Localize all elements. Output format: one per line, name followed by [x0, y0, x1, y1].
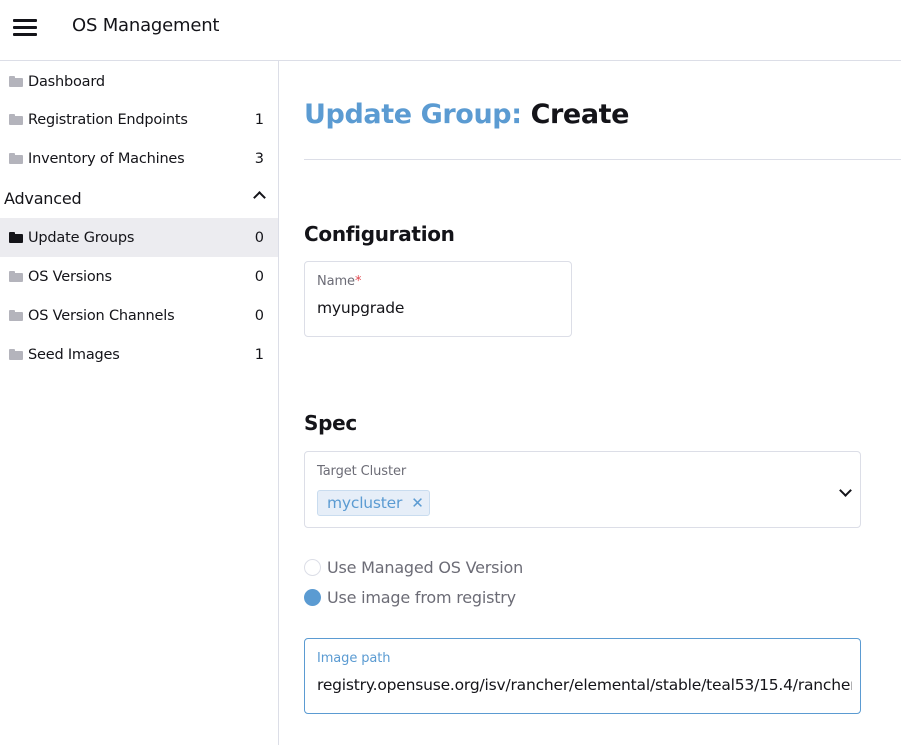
sidebar-item-count: 0: [254, 229, 264, 246]
radio-label: Use image from registry: [327, 588, 516, 607]
sidebar-item-seed-images[interactable]: Seed Images 1: [0, 335, 278, 374]
radio-button[interactable]: [304, 559, 321, 576]
sidebar-group-advanced[interactable]: Advanced: [0, 181, 278, 216]
sidebar-item-label: Dashboard: [28, 73, 105, 90]
cluster-tag-label: mycluster: [327, 494, 403, 512]
sidebar-item-count: 1: [254, 111, 264, 128]
chevron-up-icon[interactable]: [253, 191, 266, 204]
sidebar-item-label: Registration Endpoints: [28, 111, 188, 128]
spec-section-title: Spec: [304, 411, 357, 435]
chevron-down-icon[interactable]: [839, 484, 852, 497]
sidebar-item-count: 0: [254, 268, 264, 285]
sidebar-item-label: OS Version Channels: [28, 307, 175, 324]
folder-icon: [9, 349, 23, 360]
folder-icon: [9, 153, 23, 164]
hamburger-line: [13, 19, 37, 22]
sidebar-item-update-groups[interactable]: Update Groups 0: [0, 218, 278, 257]
sidebar-item-registration-endpoints[interactable]: Registration Endpoints 1: [0, 100, 278, 139]
sidebar-item-count: 1: [254, 346, 264, 363]
sidebar-item-inventory-of-machines[interactable]: Inventory of Machines 3: [0, 139, 278, 178]
sidebar-item-dashboard[interactable]: Dashboard: [0, 62, 278, 101]
main-content: Update Group: Create Configuration Name*…: [279, 61, 901, 745]
sidebar-group-label: Advanced: [4, 189, 82, 208]
image-path-label: Image path: [317, 651, 391, 666]
remove-tag-icon[interactable]: ✕: [411, 494, 424, 512]
sidebar-item-os-version-channels[interactable]: OS Version Channels 0: [0, 296, 278, 335]
page-title-prefix[interactable]: Update Group:: [304, 99, 522, 130]
hamburger-menu-icon[interactable]: [13, 18, 37, 36]
folder-icon: [9, 310, 23, 321]
folder-icon: [9, 271, 23, 282]
name-input[interactable]: [317, 299, 563, 317]
folder-open-icon: [9, 232, 23, 243]
required-marker: *: [354, 274, 362, 289]
sidebar-item-label: Inventory of Machines: [28, 150, 185, 167]
hamburger-line: [13, 26, 37, 29]
sidebar-item-os-versions[interactable]: OS Versions 0: [0, 257, 278, 296]
radio-button-checked[interactable]: [304, 589, 321, 606]
page-title-action: Create: [530, 99, 630, 130]
sidebar: Dashboard Registration Endpoints 1 Inven…: [0, 61, 279, 745]
cluster-tag: mycluster ✕: [317, 490, 430, 516]
sidebar-item-label: Update Groups: [28, 229, 135, 246]
sidebar-item-count: 3: [254, 150, 264, 167]
top-bar: OS Management: [0, 0, 901, 61]
sidebar-item-label: Seed Images: [28, 346, 120, 363]
radio-label: Use Managed OS Version: [327, 558, 524, 577]
target-cluster-select[interactable]: Target Cluster mycluster ✕: [304, 451, 861, 528]
radio-use-managed-os-version[interactable]: Use Managed OS Version: [304, 558, 523, 577]
folder-icon: [9, 114, 23, 125]
image-path-field[interactable]: Image path: [304, 638, 861, 714]
page-title: Update Group: Create: [304, 99, 629, 130]
image-path-input[interactable]: [317, 676, 852, 694]
configuration-section-title: Configuration: [304, 222, 455, 246]
sidebar-item-label: OS Versions: [28, 268, 112, 285]
title-divider: [304, 159, 901, 160]
sidebar-item-count: 0: [254, 307, 264, 324]
app-title: OS Management: [72, 15, 220, 36]
name-field[interactable]: Name*: [304, 261, 572, 337]
radio-use-image-from-registry[interactable]: Use image from registry: [304, 588, 516, 607]
hamburger-line: [13, 33, 37, 36]
name-field-label: Name*: [317, 274, 362, 289]
folder-icon: [9, 76, 23, 87]
target-cluster-label: Target Cluster: [317, 464, 407, 479]
